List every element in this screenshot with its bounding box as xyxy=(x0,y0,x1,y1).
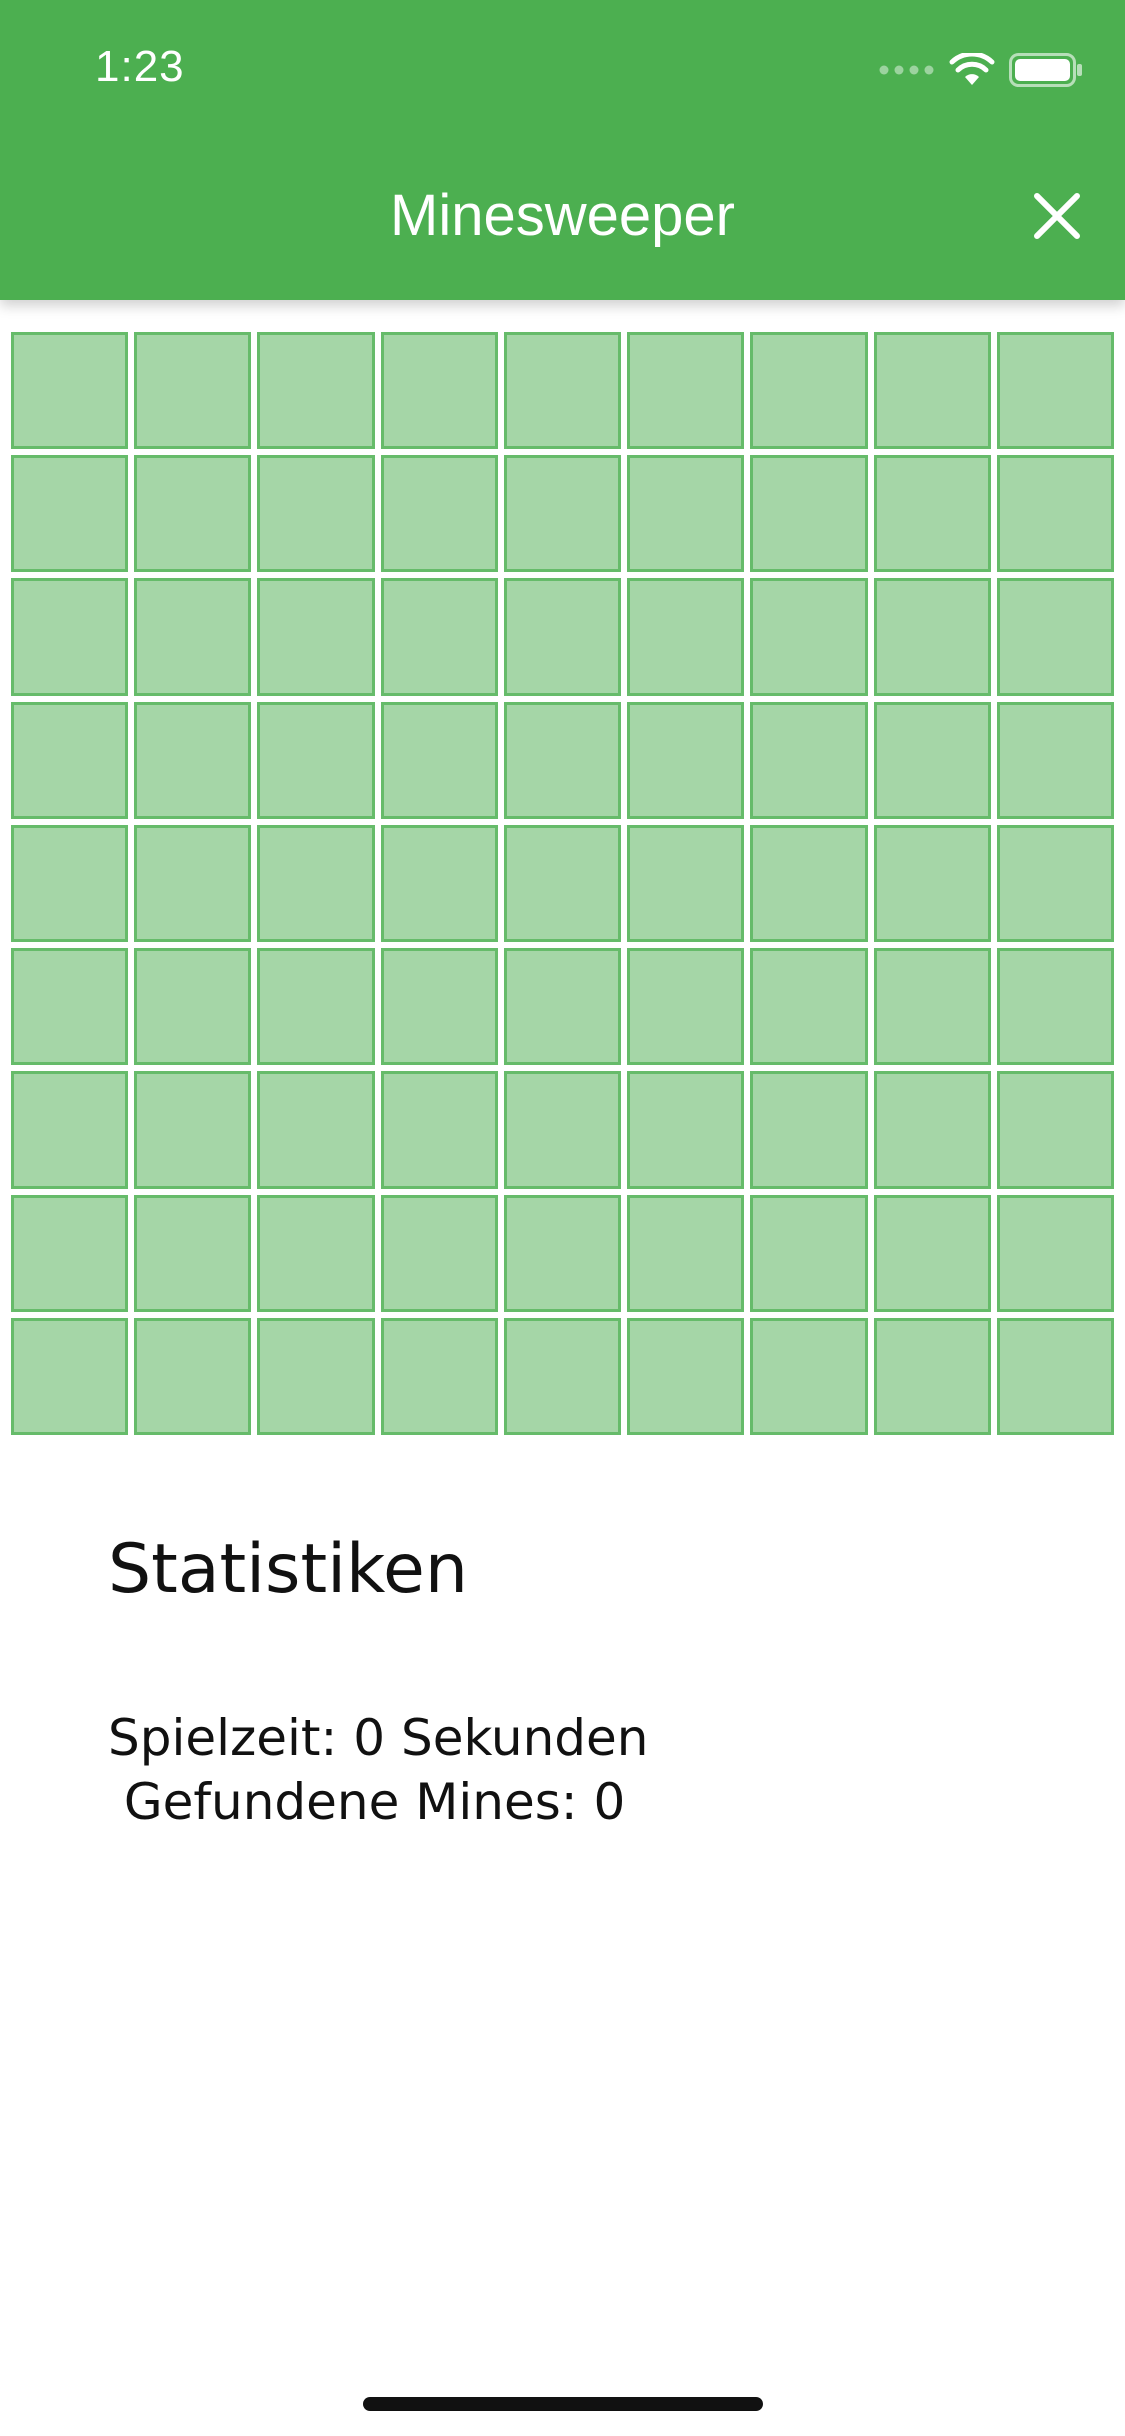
mine-cell[interactable] xyxy=(503,1194,622,1312)
close-button[interactable] xyxy=(1031,190,1083,242)
mine-cell[interactable] xyxy=(11,1194,129,1312)
mine-cell[interactable] xyxy=(750,1071,868,1189)
wifi-icon xyxy=(949,53,995,85)
mine-cell[interactable] xyxy=(627,578,745,696)
mine-cell[interactable] xyxy=(627,701,745,819)
mine-cell[interactable] xyxy=(134,1317,252,1435)
mine-cell[interactable] xyxy=(11,1317,129,1435)
mine-cell[interactable] xyxy=(503,578,622,696)
mine-cell[interactable] xyxy=(750,701,868,819)
mine-cell[interactable] xyxy=(627,1194,745,1312)
mine-cell[interactable] xyxy=(134,1071,252,1189)
mine-cell[interactable] xyxy=(750,1194,868,1312)
mine-cell[interactable] xyxy=(380,701,498,819)
mine-cell[interactable] xyxy=(503,1071,622,1189)
mine-cell[interactable] xyxy=(503,332,622,450)
mine-cell[interactable] xyxy=(11,824,129,943)
mine-cell[interactable] xyxy=(873,1071,991,1189)
mine-cell[interactable] xyxy=(750,578,868,696)
mine-cell[interactable] xyxy=(996,578,1114,696)
mine-cell[interactable] xyxy=(627,1071,745,1189)
mine-cell[interactable] xyxy=(134,701,252,819)
mine-cell[interactable] xyxy=(996,1317,1114,1435)
mine-cell[interactable] xyxy=(873,578,991,696)
mine-cell[interactable] xyxy=(380,824,498,943)
minefield-grid xyxy=(11,332,1114,1435)
mine-cell[interactable] xyxy=(996,455,1114,573)
mine-cell[interactable] xyxy=(257,1194,375,1312)
mine-cell[interactable] xyxy=(11,332,129,450)
mine-cell[interactable] xyxy=(996,332,1114,450)
mine-cell[interactable] xyxy=(503,948,622,1066)
mine-cell[interactable] xyxy=(503,701,622,819)
mine-cell[interactable] xyxy=(873,824,991,943)
mine-cell[interactable] xyxy=(257,332,375,450)
mine-cell[interactable] xyxy=(380,1194,498,1312)
mine-cell[interactable] xyxy=(503,1317,622,1435)
mine-cell[interactable] xyxy=(257,1317,375,1435)
mine-cell[interactable] xyxy=(380,332,498,450)
mine-cell[interactable] xyxy=(11,455,129,573)
mine-cell[interactable] xyxy=(750,332,868,450)
mine-cell[interactable] xyxy=(11,701,129,819)
mine-cell[interactable] xyxy=(627,824,745,943)
app-title: Minesweeper xyxy=(390,183,735,248)
mine-cell[interactable] xyxy=(750,948,868,1066)
mine-cell[interactable] xyxy=(11,578,129,696)
mine-cell[interactable] xyxy=(873,1317,991,1435)
status-icons xyxy=(879,50,1083,90)
mine-cell[interactable] xyxy=(380,1071,498,1189)
mine-cell[interactable] xyxy=(134,948,252,1066)
mine-cell[interactable] xyxy=(996,824,1114,943)
mine-cell[interactable] xyxy=(257,455,375,573)
mine-cell[interactable] xyxy=(380,1317,498,1435)
mine-cell[interactable] xyxy=(750,824,868,943)
mine-cell[interactable] xyxy=(873,455,991,573)
mine-cell[interactable] xyxy=(257,578,375,696)
mine-cell[interactable] xyxy=(873,1194,991,1312)
mine-cell[interactable] xyxy=(380,455,498,573)
mine-cell[interactable] xyxy=(257,948,375,1066)
mine-cell[interactable] xyxy=(873,332,991,450)
close-icon xyxy=(1034,193,1080,239)
found-mines-text: Gefundene Mines: 0 xyxy=(108,1773,626,1831)
mine-cell[interactable] xyxy=(503,824,622,943)
mine-cell[interactable] xyxy=(134,824,252,943)
mine-cell[interactable] xyxy=(11,1071,129,1189)
signal-dots-icon xyxy=(879,65,934,75)
mine-cell[interactable] xyxy=(503,455,622,573)
mine-cell[interactable] xyxy=(627,948,745,1066)
mine-cell[interactable] xyxy=(257,701,375,819)
mine-cell[interactable] xyxy=(257,824,375,943)
mine-cell[interactable] xyxy=(134,455,252,573)
statistics-title: Statistiken xyxy=(108,1530,468,1609)
mine-cell[interactable] xyxy=(380,578,498,696)
mine-cell[interactable] xyxy=(996,701,1114,819)
statistics-text: Spielzeit: 0 Sekunden Gefundene Mines: 0 xyxy=(108,1706,648,1834)
mine-cell[interactable] xyxy=(380,948,498,1066)
mine-cell[interactable] xyxy=(750,1317,868,1435)
playtime-text: Spielzeit: 0 Sekunden xyxy=(108,1709,649,1767)
mine-cell[interactable] xyxy=(627,455,745,573)
mine-cell[interactable] xyxy=(750,455,868,573)
mine-cell[interactable] xyxy=(134,332,252,450)
mine-cell[interactable] xyxy=(257,1071,375,1189)
mine-cell[interactable] xyxy=(627,1317,745,1435)
mine-cell[interactable] xyxy=(873,701,991,819)
mine-cell[interactable] xyxy=(996,1194,1114,1312)
status-time: 1:23 xyxy=(95,42,185,91)
mine-cell[interactable] xyxy=(134,1194,252,1312)
mine-cell[interactable] xyxy=(627,332,745,450)
mine-cell[interactable] xyxy=(134,578,252,696)
mine-cell[interactable] xyxy=(996,948,1114,1066)
mine-cell[interactable] xyxy=(873,948,991,1066)
mine-cell[interactable] xyxy=(11,948,129,1066)
home-indicator xyxy=(363,2397,763,2411)
app-bar: 1:23 Minesweeper xyxy=(0,0,1125,300)
battery-icon xyxy=(1009,53,1082,87)
mine-cell[interactable] xyxy=(996,1071,1114,1189)
